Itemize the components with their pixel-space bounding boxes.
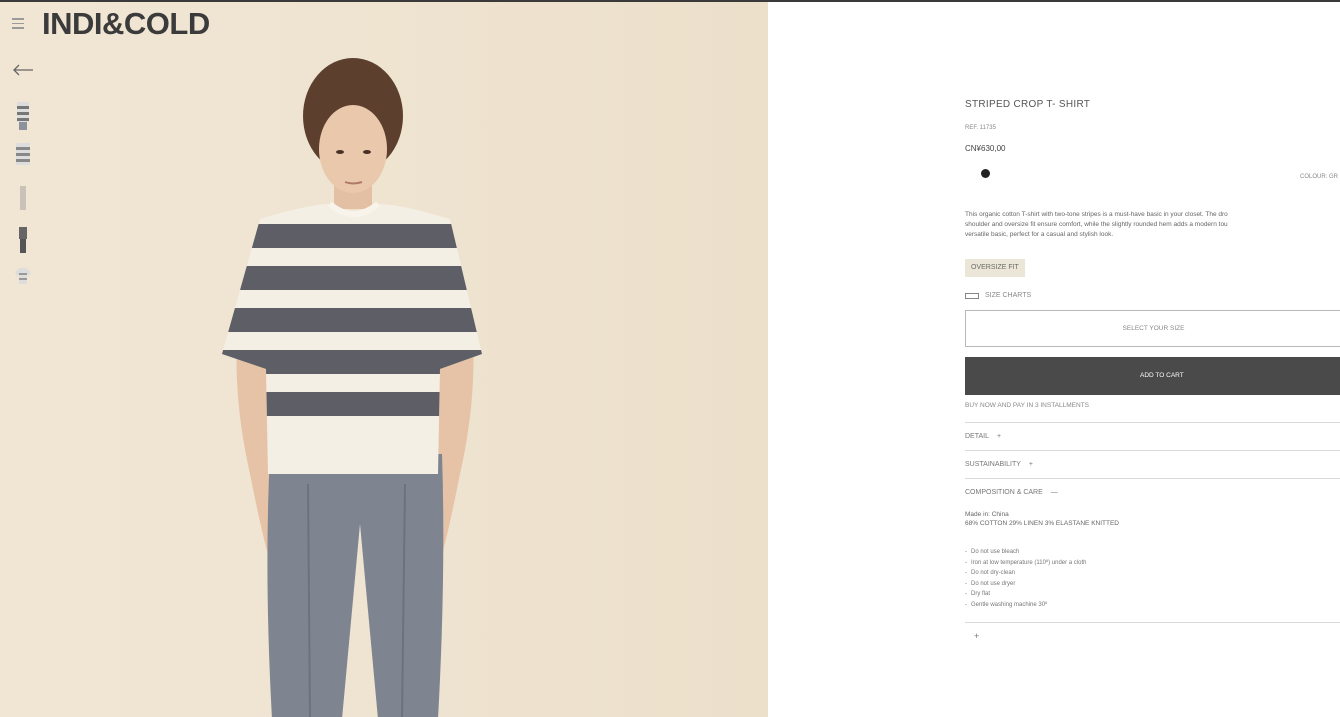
plus-icon: + xyxy=(1028,461,1033,468)
care-item: Gentle washing machine 30º xyxy=(965,600,1086,611)
colour-label: COLOUR: GR xyxy=(1300,174,1339,180)
size-select[interactable]: SELECT YOUR SIZE xyxy=(965,310,1340,347)
arrow-left-icon[interactable] xyxy=(11,60,35,80)
care-item: Do not use dryer xyxy=(965,579,1086,590)
composition: 68% COTTON 29% LINEN 3% ELASTANE KNITTED xyxy=(965,520,1119,527)
model-photo xyxy=(222,58,482,717)
care-item: Do not use bleach xyxy=(965,547,1086,558)
add-to-cart-button[interactable]: ADD TO CART xyxy=(965,357,1340,395)
product-ref: REF. 11735 xyxy=(965,125,996,131)
plus-icon: + xyxy=(997,433,1002,440)
care-instructions: Do not use bleach Iron at low temperatur… xyxy=(965,547,1086,610)
product-details: STRIPED CROP T- SHIRT REF. 11735 CN¥630,… xyxy=(965,0,1340,717)
accordion-sustainability-label: SUSTAINABILITY xyxy=(965,461,1021,468)
accordion-composition-label: COMPOSITION & CARE xyxy=(965,489,1043,496)
thumbnail-4[interactable] xyxy=(12,221,34,253)
size-charts-link[interactable]: SIZE CHARTS xyxy=(965,292,1031,299)
product-image-panel: INDI&COLD xyxy=(0,2,768,717)
accordion-detail[interactable]: DETAIL + xyxy=(965,422,1340,440)
minus-icon: — xyxy=(1050,489,1058,496)
description-line-3: versatile basic, perfect for a casual an… xyxy=(965,231,1114,238)
thumbnail-1[interactable] xyxy=(12,98,34,130)
description-line-2: shoulder and oversize fit ensure comfort… xyxy=(965,221,1228,228)
menu-icon[interactable] xyxy=(12,18,24,32)
care-item: Iron at low temperature (110º) under a c… xyxy=(965,558,1086,569)
thumbnail-3[interactable] xyxy=(12,180,34,212)
size-charts-label: SIZE CHARTS xyxy=(985,292,1032,299)
size-select-placeholder: SELECT YOUR SIZE xyxy=(1122,325,1185,332)
product-title: STRIPED CROP T- SHIRT xyxy=(965,99,1091,110)
product-price: CN¥630,00 xyxy=(965,144,1006,153)
colour-swatch[interactable] xyxy=(981,169,990,178)
made-in: Made in: China xyxy=(965,511,1009,518)
brand-logo[interactable]: INDI&COLD xyxy=(42,6,210,42)
composition-info: Made in: China 68% COTTON 29% LINEN 3% E… xyxy=(965,510,1119,528)
care-item: Dry flat xyxy=(965,589,1086,600)
thumbnail-strip xyxy=(12,98,36,303)
fit-badge: OVERSIZE FIT xyxy=(965,259,1025,277)
divider xyxy=(965,622,1340,623)
thumbnail-5[interactable] xyxy=(12,262,34,294)
thumbnail-2[interactable] xyxy=(12,139,34,171)
accordion-sustainability[interactable]: SUSTAINABILITY + xyxy=(965,450,1340,468)
ruler-icon xyxy=(965,292,979,299)
expand-plus-icon[interactable]: + xyxy=(974,631,979,641)
accordion-composition[interactable]: COMPOSITION & CARE — xyxy=(965,478,1340,496)
accordion-detail-label: DETAIL xyxy=(965,433,989,440)
product-description: This organic cotton T-shirt with two-ton… xyxy=(965,210,1340,240)
description-line-1: This organic cotton T-shirt with two-ton… xyxy=(965,211,1228,218)
installments-link[interactable]: BUY NOW AND PAY IN 3 INSTALLMENTS xyxy=(965,402,1089,409)
care-item: Do not dry-clean xyxy=(965,568,1086,579)
